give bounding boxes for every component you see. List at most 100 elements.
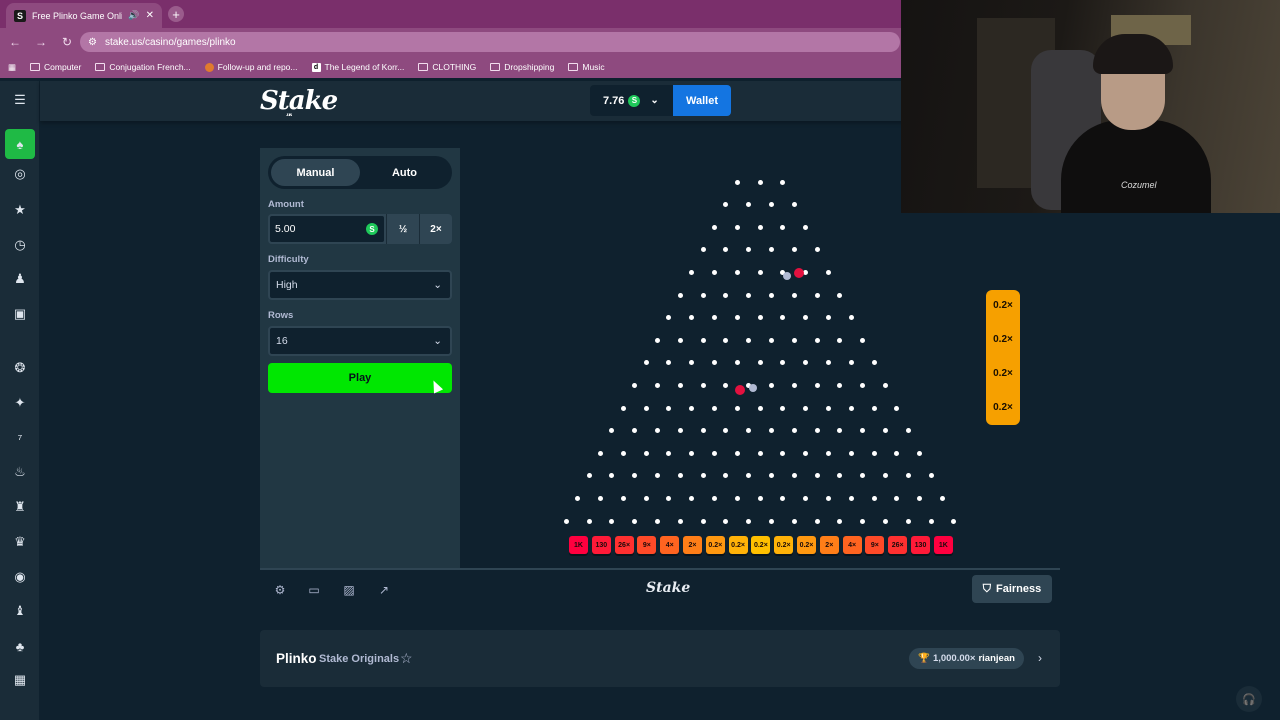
bookmark-conjugation[interactable]: Conjugation French... (95, 62, 191, 72)
mode-tabs: Manual Auto (268, 156, 452, 189)
big-win-badge[interactable]: 🏆 1,000.00× rianjean (909, 648, 1024, 669)
peg (837, 428, 843, 434)
peg (928, 473, 934, 479)
favourites-icon[interactable]: ★ (10, 200, 30, 220)
peg (746, 292, 752, 298)
casino-icon[interactable]: ♠ (5, 129, 35, 159)
peg (666, 450, 672, 456)
peg (734, 179, 740, 185)
my-bets-icon[interactable]: ▣ (10, 304, 30, 324)
double-button[interactable]: 2× (419, 214, 452, 244)
peg (632, 382, 638, 388)
peg (677, 337, 683, 343)
peg (609, 518, 615, 524)
theatre-mode-icon[interactable]: ▭ (307, 583, 321, 597)
peg (597, 450, 603, 456)
table-games-icon[interactable]: ♝ (10, 601, 30, 621)
favourite-star-icon[interactable]: ☆ (400, 650, 413, 667)
challenges-icon[interactable]: ♟ (10, 269, 30, 289)
balance-value: 7.76 (603, 94, 625, 107)
stats-icon[interactable]: ▨ (342, 583, 356, 597)
peg (620, 405, 626, 411)
close-tab-icon[interactable]: ✕ (146, 10, 154, 21)
wallet-button[interactable]: Wallet (673, 85, 731, 116)
multiplier-slot: 9× (637, 536, 657, 554)
chevron-right-icon[interactable]: › (1038, 651, 1042, 665)
blackjack-icon[interactable]: ♣ (10, 636, 30, 656)
peg (620, 450, 626, 456)
settings-icon[interactable]: ⚙ (273, 583, 287, 597)
peg (643, 360, 649, 366)
peg (746, 202, 752, 208)
peg (654, 518, 660, 524)
amount-input[interactable]: 5.00 S (268, 214, 386, 244)
peg (791, 428, 797, 434)
bookmark-follow-up[interactable]: Follow-up and repo... (204, 62, 298, 72)
half-button[interactable]: ½ (386, 214, 419, 244)
plinko-ball (794, 268, 804, 278)
game-shows-icon[interactable]: ♛ (10, 532, 30, 552)
amount-label: Amount (268, 199, 304, 210)
difficulty-label: Difficulty (268, 254, 309, 265)
roulette-icon[interactable]: ◉ (10, 567, 30, 587)
reload-icon[interactable]: ↻ (56, 35, 78, 49)
bookmark-dropshipping[interactable]: Dropshipping (490, 62, 554, 72)
amount-value: 5.00 (275, 223, 296, 235)
stake-logo[interactable]: Stake .us (260, 86, 338, 118)
bookmark-clothing[interactable]: CLOTHING (418, 62, 476, 72)
peg (871, 495, 877, 501)
play-button[interactable]: Play (268, 363, 452, 393)
tab-auto[interactable]: Auto (360, 159, 449, 186)
live-casino-icon[interactable]: ♜ (10, 497, 30, 517)
bookmark-legend[interactable]: d The Legend of Korr... (311, 62, 404, 72)
bet-panel (260, 148, 460, 568)
tab-manual[interactable]: Manual (271, 159, 360, 186)
slots-icon[interactable]: ⁷ (10, 428, 30, 448)
difficulty-select[interactable]: High ⌄ (268, 270, 452, 300)
peg (860, 428, 866, 434)
peg (723, 292, 729, 298)
browser-tab[interactable]: S Free Plinko Game Online - 🔊 ✕ (6, 3, 162, 28)
game-provider[interactable]: Stake Originals (319, 653, 399, 665)
bookmark-computer[interactable]: Computer (30, 62, 81, 72)
ball-trail (783, 272, 791, 280)
url-field[interactable]: ⚙ stake.us/casino/games/plinko (80, 32, 900, 52)
speaker-icon[interactable]: 🔊 (128, 10, 139, 21)
back-icon[interactable]: ← (4, 35, 26, 49)
rows-select[interactable]: 16 ⌄ (268, 326, 452, 356)
bookmark-music[interactable]: Music (568, 62, 605, 72)
support-chat-icon[interactable]: 🎧 (1236, 686, 1262, 712)
peg (791, 337, 797, 343)
peg (677, 473, 683, 479)
peg (711, 315, 717, 321)
peg (791, 518, 797, 524)
fairness-button[interactable]: ⛉ Fairness (972, 575, 1052, 603)
forward-icon[interactable]: → (30, 35, 52, 49)
apps-icon[interactable]: ▦ (8, 62, 16, 73)
hot-icon[interactable]: ♨ (10, 462, 30, 482)
recent-icon[interactable]: ◷ (10, 235, 30, 255)
new-tab-button[interactable]: + (168, 6, 184, 22)
peg (894, 450, 900, 456)
sports-icon[interactable]: ◎ (10, 164, 30, 184)
all-games-icon[interactable]: ▦ (10, 670, 30, 690)
peg (746, 247, 752, 253)
new-releases-icon[interactable]: ✦ (10, 393, 30, 413)
peg (848, 495, 854, 501)
menu-icon[interactable]: ☰ (10, 90, 30, 110)
originals-icon[interactable]: ❂ (10, 358, 30, 378)
peg (917, 495, 923, 501)
peg (734, 495, 740, 501)
peg (746, 518, 752, 524)
popout-icon[interactable]: ↗ (377, 583, 391, 597)
site-info-icon[interactable]: ⚙ (88, 37, 97, 48)
peg (746, 337, 752, 343)
peg (666, 495, 672, 501)
peg (734, 315, 740, 321)
trophy-icon: 🏆 (918, 653, 930, 664)
shield-check-icon: ⛉ (982, 582, 991, 595)
plinko-ball (735, 385, 745, 395)
peg (905, 473, 911, 479)
peg (700, 337, 706, 343)
balance-dropdown[interactable]: 7.76 S ⌄ (590, 85, 674, 116)
